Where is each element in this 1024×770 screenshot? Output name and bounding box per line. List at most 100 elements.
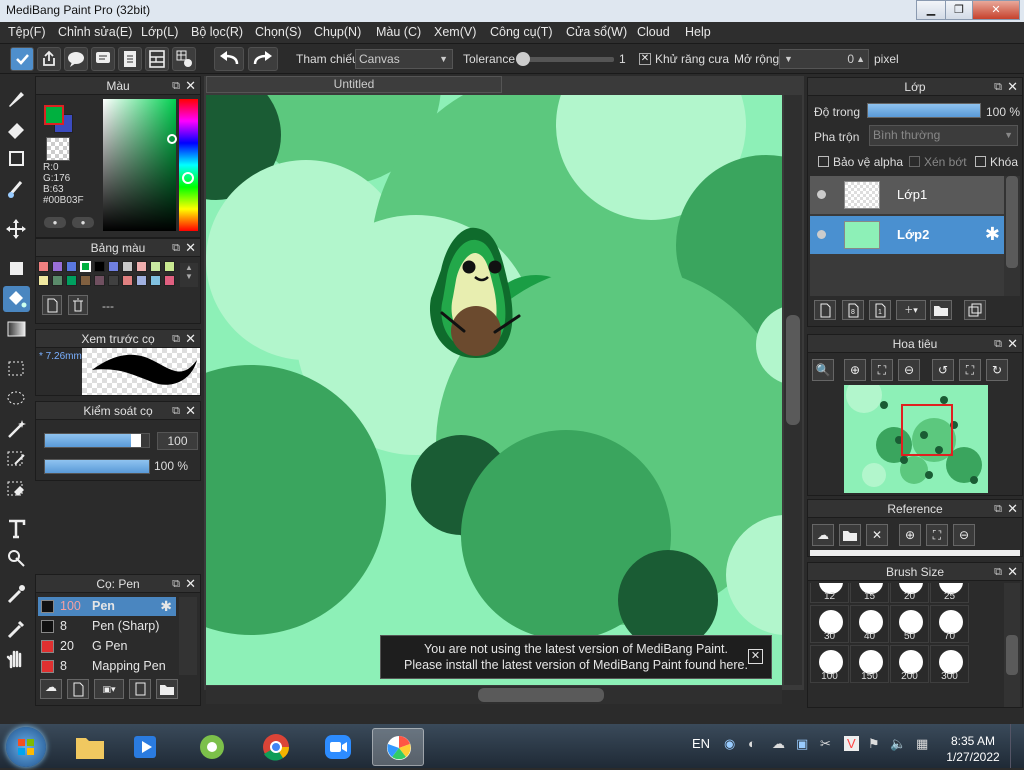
close-icon[interactable]: ✕ [185,77,196,95]
menu-select[interactable]: Chọn(S) [255,25,302,39]
taskbar-coccoc[interactable] [186,728,238,766]
close-window-button[interactable]: ✕ [972,0,1020,20]
expand-spinbox[interactable]: ▼ 0 ▲ [779,49,869,69]
popout-icon[interactable]: ⧉ [994,78,1002,96]
close-icon[interactable]: ✕ [185,330,196,348]
cloud-save-button[interactable] [10,47,34,71]
brush-list-scrollbar[interactable] [179,597,197,675]
saturation-value-picker[interactable] [103,99,176,231]
reference-close-button[interactable]: ✕ [866,524,888,546]
minimize-button[interactable]: ▁ [916,0,946,20]
popout-icon[interactable]: ⧉ [994,500,1002,518]
layer-row-lop2[interactable]: Lớp2 ✱ [810,216,1004,254]
transparent-color-swatch[interactable] [46,137,70,161]
popout-icon[interactable]: ⧉ [172,77,180,95]
update-notice[interactable]: You are not using the latest version of … [380,635,772,679]
brush-item-pen-sharp[interactable]: 8 Pen (Sharp) [38,617,176,636]
comment-button[interactable] [64,47,88,71]
popout-icon[interactable]: ⧉ [172,402,180,420]
volume-icon[interactable]: 🔈 [890,736,906,752]
palette-color-cell[interactable] [66,261,77,272]
close-icon[interactable]: ✕ [185,239,196,257]
taskbar-media-player[interactable] [120,728,172,766]
color-palette-button[interactable]: ● [72,217,94,228]
reference-zoom-out-button[interactable]: ⊖ [953,524,975,546]
brush-size-option[interactable]: 50 [890,605,929,643]
grid-settings-button[interactable] [172,47,196,71]
palette-color-cell[interactable] [122,275,133,286]
fit-window-button[interactable]: ⛶ [871,359,893,381]
brush-size-value[interactable]: 100 [157,432,198,450]
horizontal-scroll-thumb[interactable] [478,688,604,702]
brush-size-option[interactable]: 150 [850,645,889,683]
lasso-tool[interactable] [3,386,30,412]
palette-color-cell[interactable] [136,261,147,272]
lock-checkbox[interactable] [975,156,986,167]
page-button[interactable] [118,47,142,71]
brush-size-option[interactable]: 70 [930,605,969,643]
brush-properties-button[interactable] [129,679,151,699]
palette-color-cell[interactable] [94,261,105,272]
reset-rotation-button[interactable]: ⛶ [959,359,981,381]
hand-tool[interactable] [3,646,30,672]
brush-size-option[interactable]: 25 [930,583,969,603]
popout-icon[interactable]: ⧉ [172,575,180,593]
layer-list-scrollbar[interactable] [1004,176,1020,296]
cloud-tray-icon[interactable]: ☁ [772,736,785,752]
redo-button[interactable] [248,47,278,71]
brush-folder-button[interactable] [156,679,178,699]
brush-menu-button[interactable]: ▣▾ [94,679,124,699]
eyedropper-tool[interactable] [3,581,30,607]
palette-color-cell[interactable] [94,275,105,286]
zalo-tray-icon[interactable]: ◉ [724,736,735,752]
canvas-vertical-scrollbar[interactable] [784,95,802,685]
rotate-right-button[interactable]: ↻ [986,359,1008,381]
canvas-horizontal-scrollbar[interactable] [206,686,782,704]
reference-cloud-button[interactable]: ☁ [812,524,834,546]
dot-tool[interactable] [3,146,30,172]
tolerance-slider[interactable] [515,52,614,66]
eraser-tool[interactable] [3,116,30,142]
menu-snap[interactable]: Chụp(N) [314,25,361,39]
brush-size-scrollbar[interactable] [1004,583,1020,707]
select-tool[interactable] [3,356,30,382]
rotate-left-button[interactable]: ↺ [932,359,954,381]
palette-color-cell[interactable] [38,275,49,286]
fill-rect-tool[interactable] [3,256,30,282]
reference-zoom-in-button[interactable]: ⊕ [899,524,921,546]
palette-scroll[interactable]: ▲ ▼ [180,263,198,287]
taskbar-file-explorer[interactable] [64,728,116,766]
gradient-tool[interactable] [3,316,30,342]
discord-tray-icon[interactable]: ◐ [748,736,756,751]
close-icon[interactable]: ✕ [185,575,196,593]
close-icon[interactable]: ✕ [1007,78,1018,96]
magic-wand-tool[interactable] [3,416,30,442]
menu-file[interactable]: Tệp(F) [8,25,46,39]
sv-cursor[interactable] [167,134,177,144]
palette-color-cell[interactable] [80,261,91,272]
reference-select[interactable]: Canvas ▼ [355,49,453,69]
tolerance-slider-knob[interactable] [515,52,530,66]
action-center-icon[interactable]: ⚑ [868,736,880,752]
add-brush-button[interactable] [67,679,89,699]
foreground-color-swatch[interactable] [44,105,64,125]
select-pen-tool[interactable] [3,446,30,472]
menu-cloud[interactable]: Cloud [637,25,670,39]
color-mode-button[interactable]: ● [44,217,66,228]
menu-color[interactable]: Màu (C) [376,25,421,39]
add-8bit-layer-button[interactable]: 8 [842,300,864,320]
zoom-actual-button[interactable]: 🔍 [812,359,834,381]
menu-edit[interactable]: Chỉnh sửa(E) [58,25,132,39]
artwork-canvas[interactable] [206,95,782,685]
duplicate-layer-button[interactable] [964,300,986,320]
palette-color-cell[interactable] [164,261,175,272]
clipping-checkbox[interactable] [909,156,920,167]
palette-color-cell[interactable] [38,261,49,272]
zoom-in-button[interactable]: ⊕ [844,359,866,381]
add-folder-button[interactable] [930,300,952,320]
close-notice-button[interactable]: ✕ [748,649,763,664]
brush-tool[interactable] [3,86,30,112]
close-icon[interactable]: ✕ [1007,335,1018,353]
menu-view[interactable]: Xem(V) [434,25,476,39]
antialias-checkbox[interactable]: ✕ [639,53,651,65]
